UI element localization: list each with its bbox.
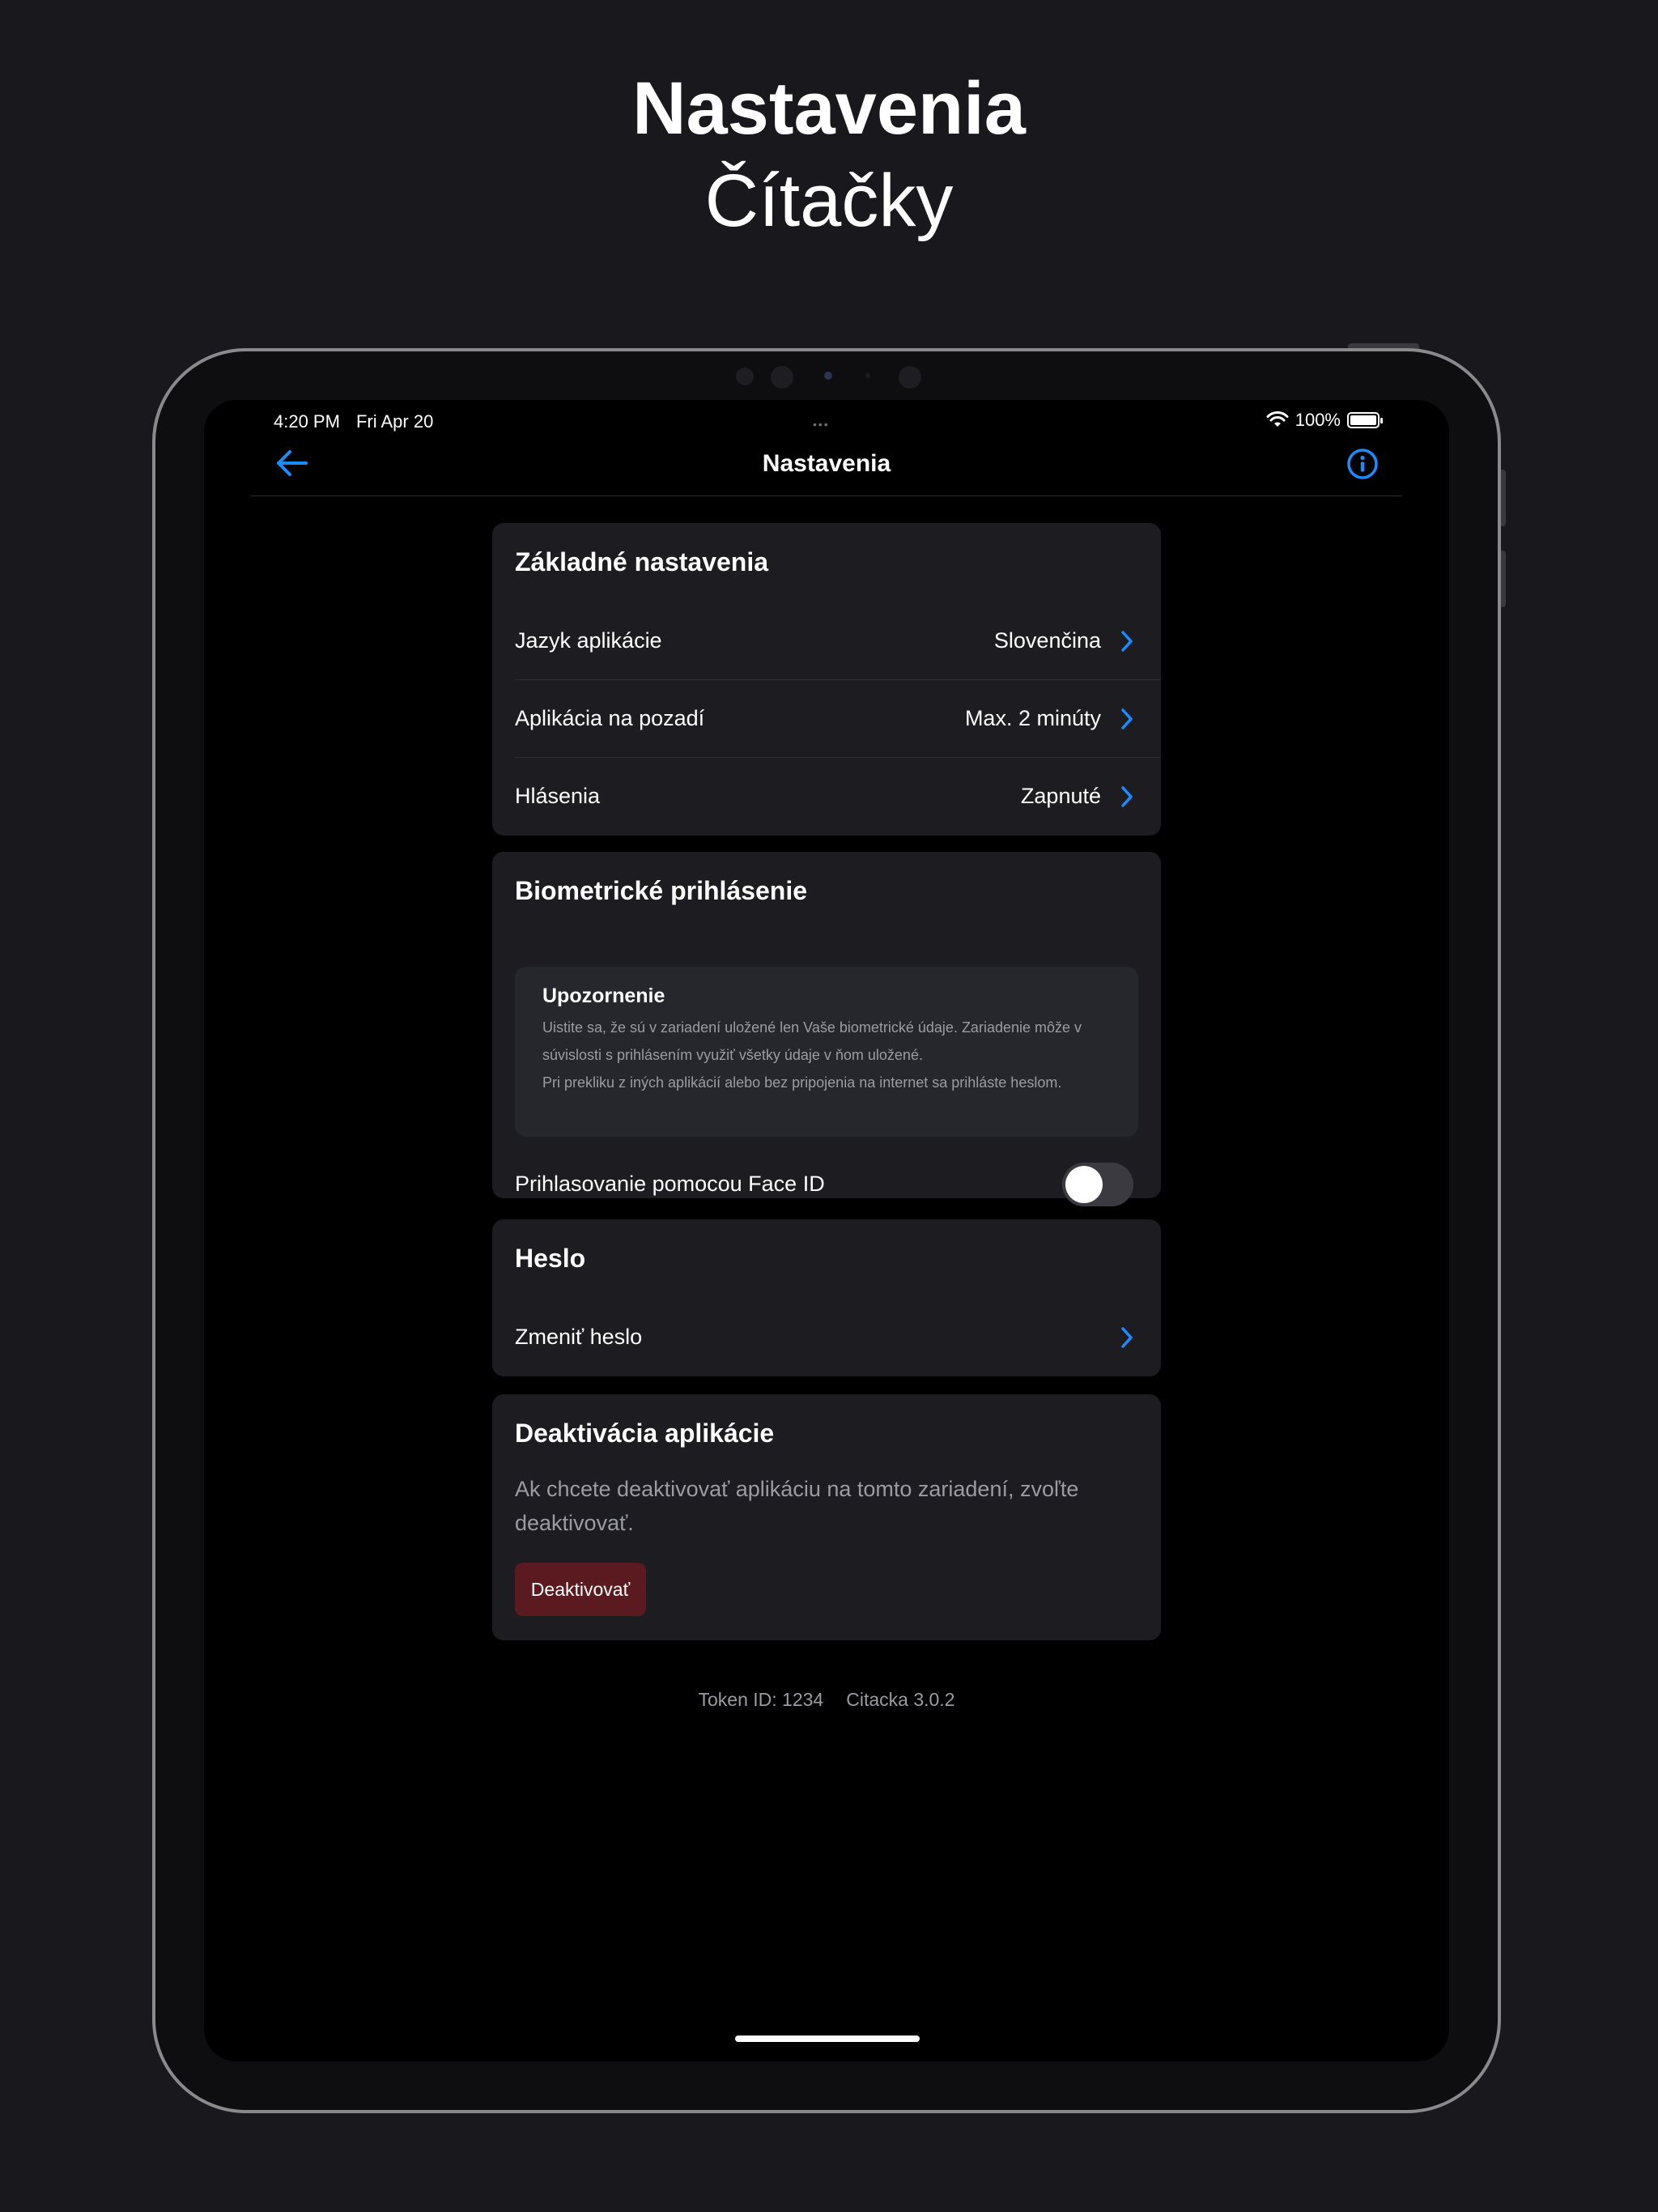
battery-icon xyxy=(1347,412,1383,428)
toggle-knob xyxy=(1065,1166,1103,1203)
row-label: Zmeniť heslo xyxy=(515,1325,643,1349)
status-time-date: 4:20 PM Fri Apr 20 xyxy=(274,411,433,432)
status-time: 4:20 PM xyxy=(274,411,340,432)
section-title: Biometrické prihlásenie xyxy=(515,876,808,905)
row-value: Max. 2 minúty xyxy=(964,706,1101,730)
row-label: Aplikácia na pozadí xyxy=(515,706,705,730)
biometric-card: Biometrické prihlásenie Upozornenie Uist… xyxy=(492,852,1161,1206)
deactivation-text: Ak chcete deaktivovať aplikáciu na tomto… xyxy=(515,1477,1079,1535)
warning-line: Uistite sa, že sú v zariadení uložené le… xyxy=(542,1019,1082,1063)
chevron-right-icon xyxy=(1121,708,1133,730)
face-id-toggle[interactable] xyxy=(1062,1163,1133,1206)
footer-info: Token ID: 1234 Citacka 3.0.2 xyxy=(204,1689,1449,1711)
page-title: Nastavenia xyxy=(762,450,891,477)
promo-subtitle: Čítačky xyxy=(704,160,954,242)
chevron-right-icon xyxy=(1121,631,1133,652)
settings-row-notifications[interactable]: Hlásenia Zapnuté xyxy=(492,758,1161,836)
row-value: Zapnuté xyxy=(1020,784,1101,808)
chevron-right-icon xyxy=(1121,1327,1133,1348)
chevron-right-icon xyxy=(1121,786,1133,807)
status-indicators: 100% xyxy=(1266,410,1383,431)
warning-line: Pri prekliku z iných aplikácií alebo bez… xyxy=(542,1074,1062,1091)
warning-text: Uistite sa, že sú v zariadení uložené le… xyxy=(542,1014,1117,1096)
front-camera xyxy=(771,366,793,389)
row-label: Hlásenia xyxy=(515,784,601,808)
deactivate-button[interactable]: Deaktivovať xyxy=(515,1563,646,1616)
settings-row-language[interactable]: Jazyk aplikácie Slovenčina xyxy=(492,602,1161,680)
home-indicator[interactable] xyxy=(735,2035,920,2042)
app-version: Citacka 3.0.2 xyxy=(846,1689,955,1710)
sensor-dot xyxy=(736,368,754,385)
settings-row-change-password[interactable]: Zmeniť heslo xyxy=(492,1299,1161,1376)
section-title: Deaktivácia aplikácie xyxy=(515,1419,775,1448)
token-id: Token ID: 1234 xyxy=(698,1689,824,1710)
face-id-label: Prihlasovanie pomocou Face ID xyxy=(515,1172,825,1196)
row-label: Jazyk aplikácie xyxy=(515,628,662,653)
deactivation-card: Deaktivácia aplikácie Ak chcete deaktivo… xyxy=(492,1394,1161,1640)
section-title: Základné nastavenia xyxy=(515,547,769,576)
settings-row-background[interactable]: Aplikácia na pozadí Max. 2 minúty xyxy=(492,680,1161,758)
basic-settings-card: Základné nastavenia Jazyk aplikácie Slov… xyxy=(492,523,1161,836)
password-card: Heslo Zmeniť heslo xyxy=(492,1219,1161,1376)
status-date: Fri Apr 20 xyxy=(355,411,434,432)
app-screen: 4:20 PM Fri Apr 20 ••• 100% Nastavenia Zá… xyxy=(204,400,1449,2061)
warning-title: Upozornenie xyxy=(542,985,665,1007)
row-value: Slovenčina xyxy=(993,628,1101,653)
promo-title: Nastavenia xyxy=(632,67,1026,150)
section-title: Heslo xyxy=(515,1244,586,1273)
info-circle-icon[interactable] xyxy=(1346,447,1380,481)
navigation-bar: Nastavenia xyxy=(251,432,1402,496)
sensor-dot xyxy=(824,372,832,380)
sensor-dot xyxy=(899,366,921,389)
multitasking-dots[interactable]: ••• xyxy=(813,418,830,431)
sensor-dot xyxy=(865,373,870,378)
warning-box: Upozornenie Uistite sa, že sú v zariaden… xyxy=(515,967,1138,1137)
battery-percent: 100% xyxy=(1295,410,1341,430)
wifi-icon xyxy=(1266,411,1289,427)
